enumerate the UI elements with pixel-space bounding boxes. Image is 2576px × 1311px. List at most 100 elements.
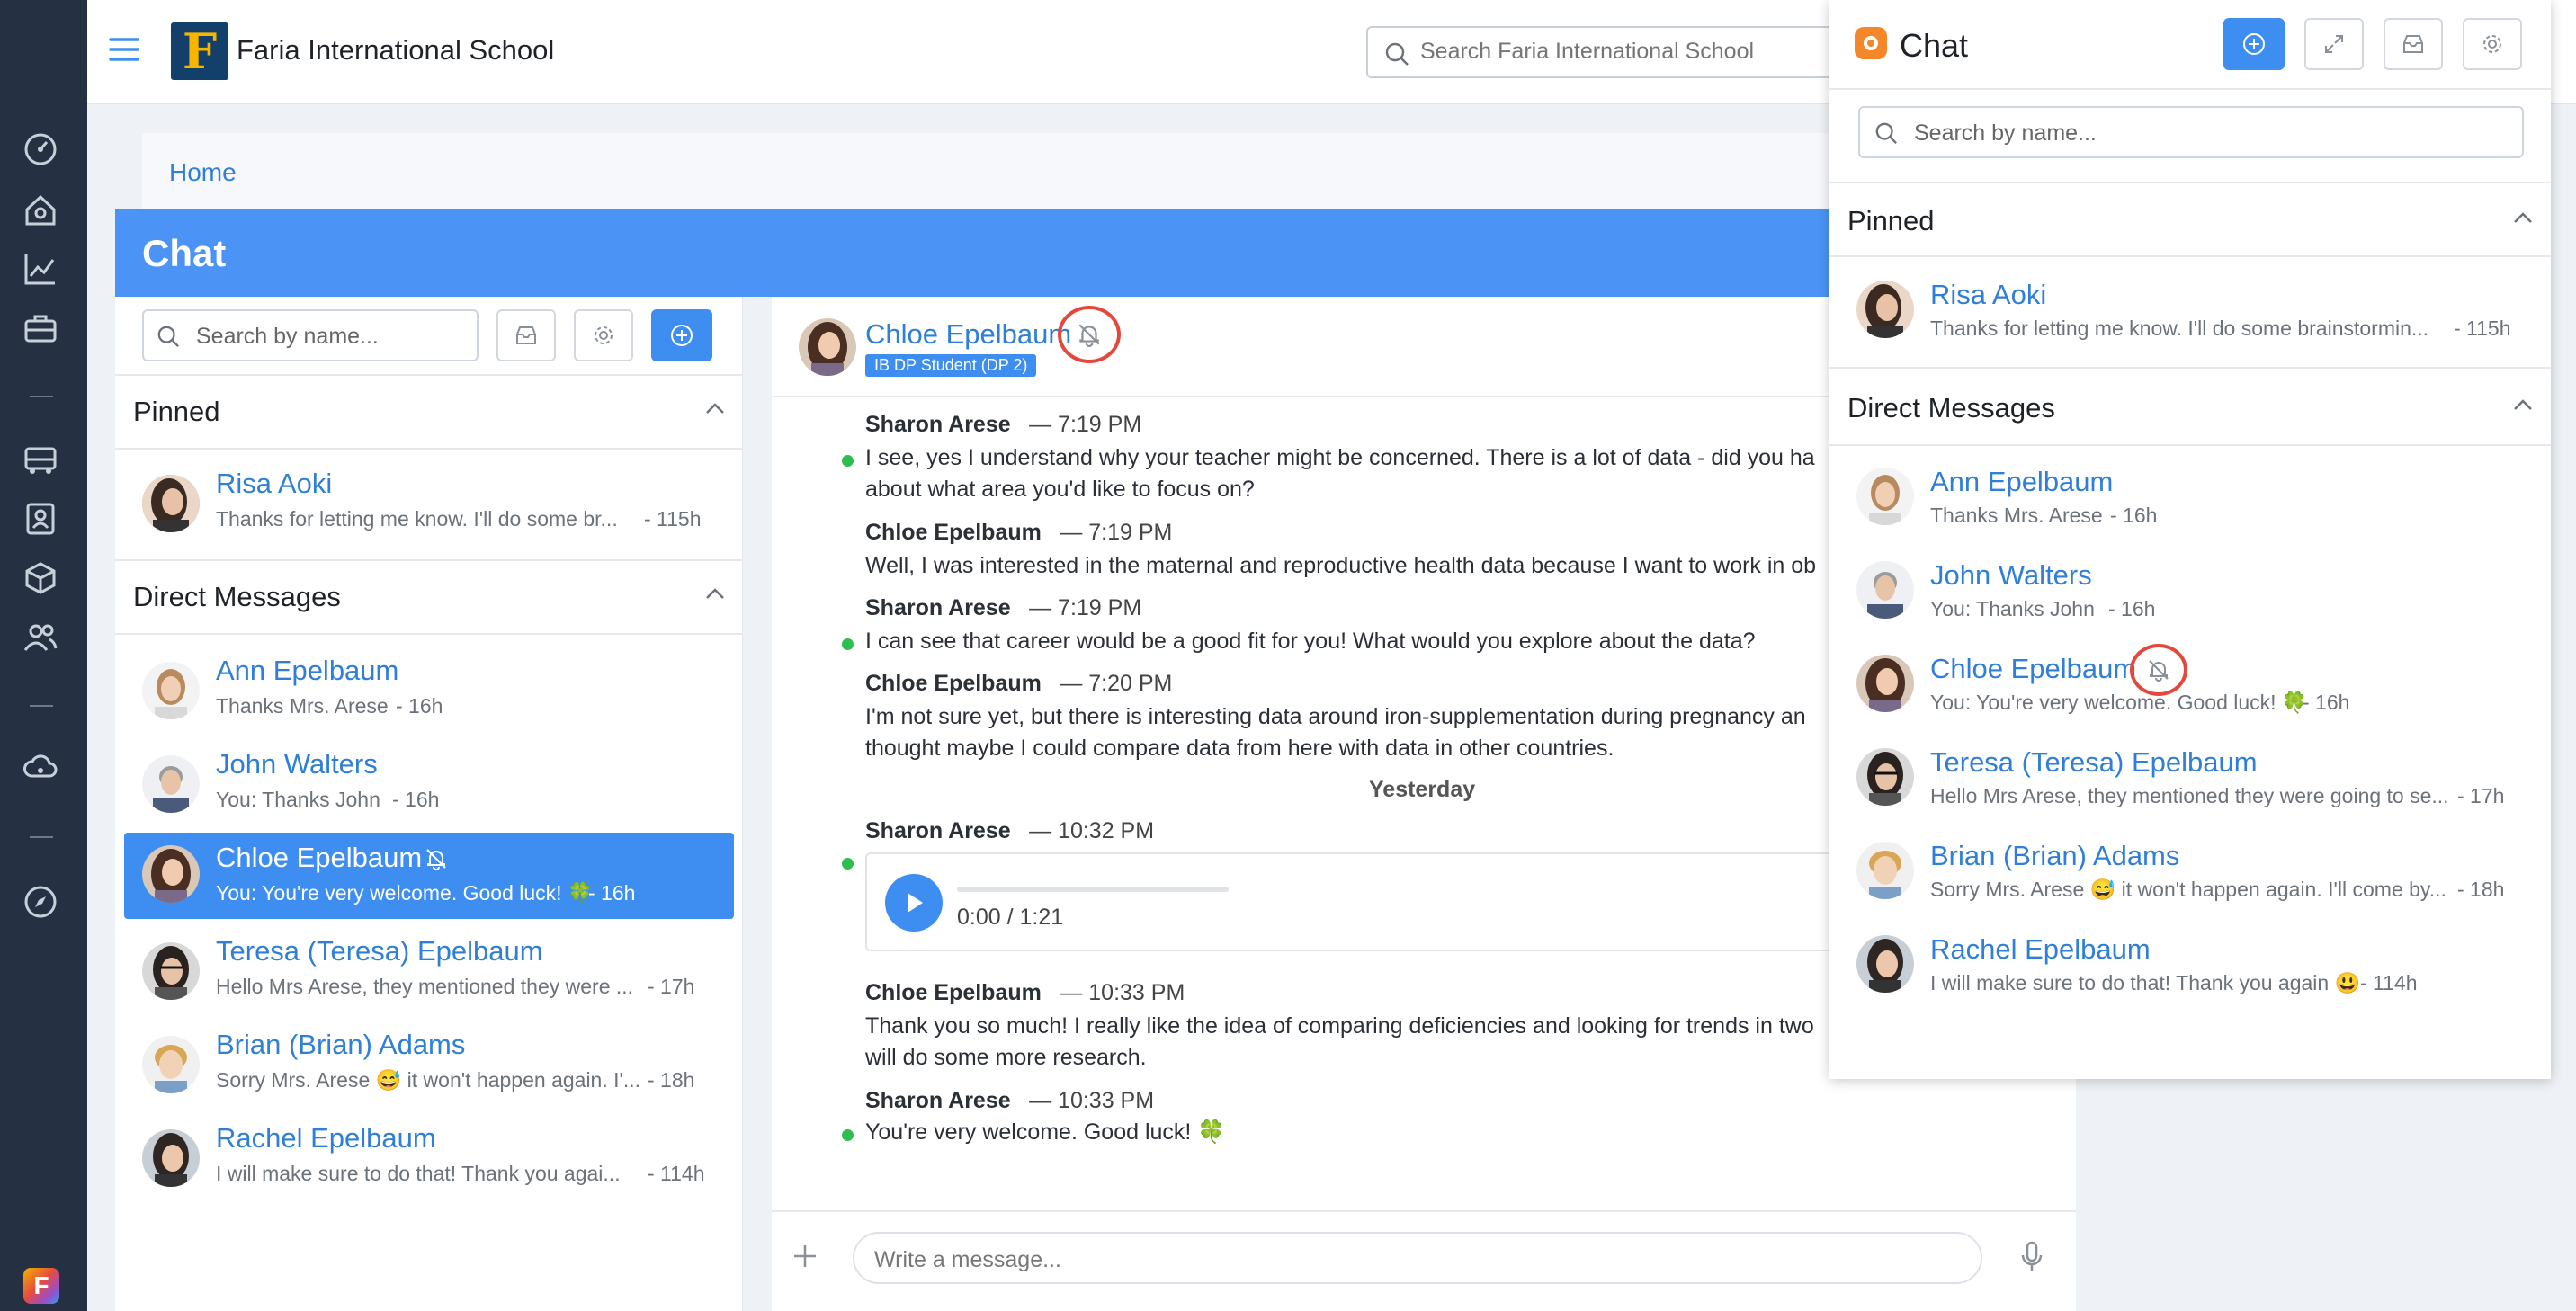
divider bbox=[115, 374, 743, 376]
conversation-preview: I will make sure to do that! Thank you a… bbox=[1930, 971, 2361, 994]
popup-dm-conversation[interactable]: Rachel Epelbaum I will make sure to do t… bbox=[1842, 923, 2538, 1009]
popup-dm-conversation[interactable]: Brian (Brian) Adams Sorry Mrs. Arese 😅 i… bbox=[1842, 829, 2538, 915]
divider bbox=[772, 1210, 2076, 1212]
avatar bbox=[1856, 468, 1914, 525]
rail-divider bbox=[30, 836, 53, 838]
id-card-icon[interactable] bbox=[20, 498, 61, 540]
dm-conversation[interactable]: John Walters You: Thanks John - 16h bbox=[126, 743, 730, 829]
divider bbox=[115, 559, 743, 561]
message: Chloe Epelbaum — 7:20 PM bbox=[865, 671, 1172, 697]
message-text: I can see that career would be a good fi… bbox=[865, 629, 1756, 654]
message-author: Chloe Epelbaum bbox=[865, 520, 1042, 545]
dm-conversation-selected[interactable]: Chloe Epelbaum You: You're very welcome.… bbox=[124, 833, 734, 919]
dashboard-icon[interactable] bbox=[20, 129, 61, 170]
home-icon[interactable] bbox=[20, 189, 61, 230]
search-icon bbox=[1385, 42, 1409, 66]
online-indicator bbox=[842, 858, 854, 870]
play-button[interactable] bbox=[885, 874, 943, 932]
audio-progress-track[interactable] bbox=[957, 887, 1229, 892]
plus-icon bbox=[671, 325, 693, 346]
conversation-preview: You: You're very welcome. Good luck! 🍀 bbox=[216, 881, 594, 905]
dm-conversation[interactable]: Brian (Brian) Adams Sorry Mrs. Arese 😅 i… bbox=[126, 1023, 730, 1110]
inbox-button[interactable] bbox=[496, 309, 556, 361]
popup-dm-conversation[interactable]: Ann Epelbaum Thanks Mrs. Arese - 16h bbox=[1842, 455, 2538, 541]
chevron-up-icon[interactable] bbox=[705, 401, 725, 415]
conversation-time: - 17h bbox=[648, 975, 695, 998]
conversation-time: - 16h bbox=[2108, 597, 2156, 620]
message-time: — 7:19 PM bbox=[1029, 595, 1142, 620]
chat-page-title: Chat bbox=[142, 232, 227, 274]
avatar bbox=[142, 475, 200, 532]
divider bbox=[1829, 367, 2551, 369]
avatar bbox=[1856, 842, 1914, 899]
mic-icon[interactable] bbox=[2020, 1241, 2044, 1273]
breadcrumb-home[interactable]: Home bbox=[169, 158, 237, 187]
school-name[interactable]: Faria International School bbox=[237, 34, 554, 67]
conversation-search-placeholder: Search by name... bbox=[196, 324, 379, 349]
popup-search[interactable]: Search by name... bbox=[1858, 106, 2524, 158]
briefcase-icon[interactable] bbox=[20, 308, 61, 349]
message-time: — 7:19 PM bbox=[1060, 520, 1173, 545]
popup-dm-conversation[interactable]: Chloe Epelbaum You: You're very welcome.… bbox=[1842, 642, 2538, 728]
divider bbox=[1829, 88, 2551, 90]
chat-page-header: Chat bbox=[115, 209, 1914, 297]
conversation-name: Rachel Epelbaum bbox=[1930, 933, 2151, 965]
chevron-up-icon[interactable] bbox=[2513, 397, 2533, 412]
conversation-time: - 17h bbox=[2457, 784, 2505, 807]
dm-conversation[interactable]: Ann Epelbaum Thanks Mrs. Arese - 16h bbox=[126, 649, 730, 736]
dm-conversation[interactable]: Teresa (Teresa) Epelbaum Hello Mrs Arese… bbox=[126, 930, 730, 1016]
online-indicator bbox=[842, 638, 854, 650]
conversation-preview: Hello Mrs Arese, they mentioned they wer… bbox=[1930, 784, 2449, 807]
avatar bbox=[142, 662, 200, 719]
settings-button[interactable] bbox=[574, 309, 633, 361]
avatar bbox=[142, 1036, 200, 1093]
message-composer[interactable]: Write a message... bbox=[853, 1232, 1982, 1284]
conversation-time: - 18h bbox=[648, 1068, 695, 1092]
conversation-name: Rachel Epelbaum bbox=[216, 1122, 436, 1154]
expand-button[interactable] bbox=[2304, 18, 2364, 70]
compass-icon[interactable] bbox=[20, 881, 61, 923]
chevron-up-icon[interactable] bbox=[2513, 210, 2533, 225]
new-chat-button[interactable] bbox=[651, 309, 712, 361]
search-icon bbox=[1875, 122, 1897, 144]
popup-dm-conversation[interactable]: Teresa (Teresa) Epelbaum Hello Mrs Arese… bbox=[1842, 736, 2538, 822]
cloud-icon[interactable] bbox=[20, 748, 61, 789]
conversation-preview: Thanks Mrs. Arese bbox=[1930, 504, 2103, 527]
bell-off-icon bbox=[1078, 324, 1100, 347]
pinned-title: Pinned bbox=[133, 396, 220, 427]
avatar bbox=[1856, 935, 1914, 993]
message-text: Thank you so much! I really like the ide… bbox=[865, 1013, 1814, 1039]
message: Sharon Arese — 7:19 PM bbox=[865, 412, 1141, 438]
mute-highlight[interactable] bbox=[1058, 306, 1121, 363]
contact-name[interactable]: Chloe Epelbaum bbox=[865, 318, 1071, 351]
message-author: Chloe Epelbaum bbox=[865, 980, 1042, 1005]
chart-icon[interactable] bbox=[20, 248, 61, 290]
popup-new-chat-button[interactable] bbox=[2223, 18, 2285, 70]
online-indicator bbox=[842, 455, 854, 467]
divider bbox=[1829, 255, 2551, 257]
message-text: Well, I was interested in the maternal a… bbox=[865, 553, 1817, 578]
menu-icon[interactable] bbox=[109, 36, 139, 63]
bus-icon[interactable] bbox=[20, 439, 61, 480]
school-logo[interactable]: F bbox=[171, 22, 228, 80]
chat-popup: Chat Search by name... Pinned Risa Aoki … bbox=[1829, 0, 2551, 1079]
popup-dm-conversation[interactable]: John Walters You: Thanks John - 16h bbox=[1842, 548, 2538, 635]
people-icon[interactable] bbox=[20, 617, 61, 658]
avatar bbox=[1856, 748, 1914, 806]
divider bbox=[115, 633, 743, 635]
popup-inbox-button[interactable] bbox=[2384, 18, 2443, 70]
attach-plus-icon[interactable] bbox=[792, 1243, 818, 1270]
chevron-up-icon[interactable] bbox=[705, 586, 725, 601]
faria-app-logo[interactable]: F bbox=[23, 1268, 59, 1304]
popup-pinned-conversation[interactable]: Risa Aoki Thanks for letting me know. I'… bbox=[1842, 268, 2538, 354]
mute-highlight[interactable] bbox=[2130, 644, 2187, 696]
conversation-search[interactable]: Search by name... bbox=[142, 309, 479, 361]
pinned-conversation[interactable]: Risa Aoki Thanks for letting me know. I'… bbox=[126, 462, 730, 547]
message-time: — 10:33 PM bbox=[1029, 1088, 1155, 1113]
popup-settings-button[interactable] bbox=[2463, 18, 2522, 70]
dm-conversation[interactable]: Rachel Epelbaum I will make sure to do t… bbox=[126, 1117, 730, 1203]
avatar bbox=[1856, 281, 1914, 338]
box-icon[interactable] bbox=[20, 557, 61, 599]
conversation-preview: Sorry Mrs. Arese 😅 it won't happen again… bbox=[216, 1068, 641, 1092]
conversation-time: - 115h bbox=[644, 507, 702, 531]
